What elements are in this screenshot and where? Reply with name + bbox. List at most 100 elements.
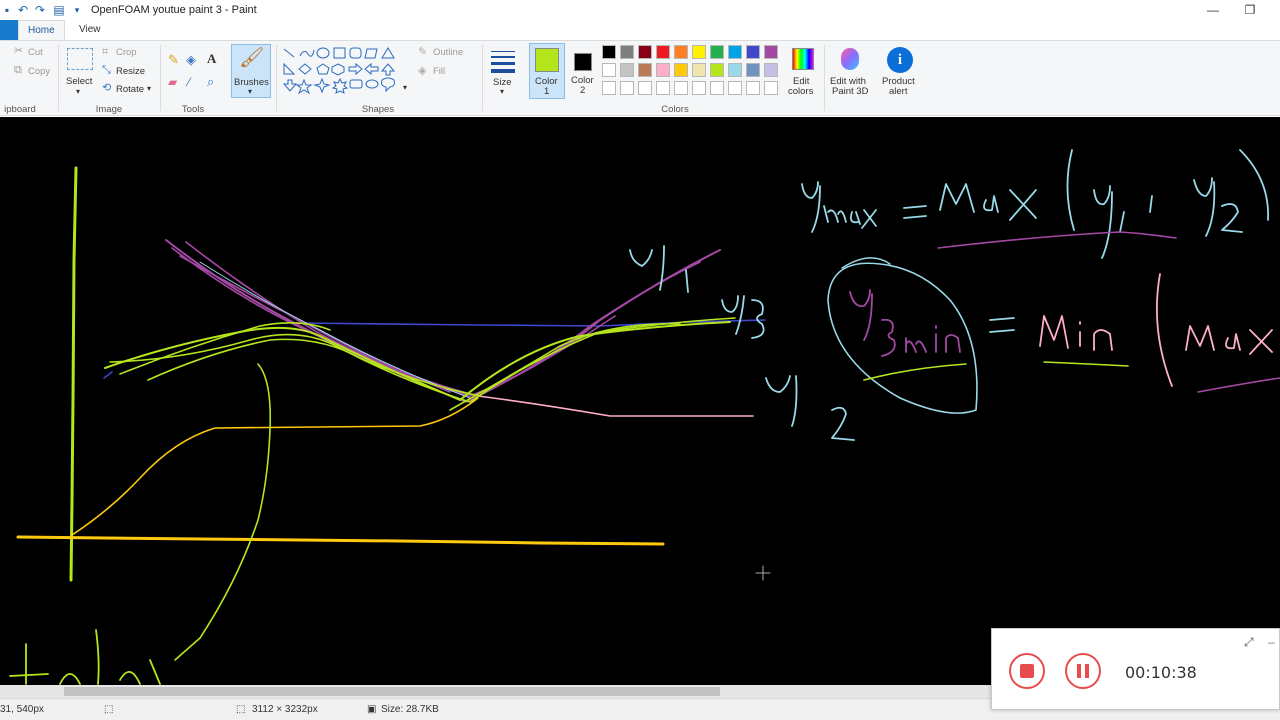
redo-icon[interactable]: ↷ [33,3,47,17]
shapes-group-label: Shapes [361,104,395,115]
file-size-icon: ▣ [367,704,377,715]
edit-with-paint3d-button[interactable]: Edit with Paint 3D [828,44,874,100]
label-y2 [765,375,855,441]
rotate-dropdown-icon[interactable]: ▾ [147,84,151,93]
undo-icon[interactable]: ↶ [16,3,30,17]
tab-home[interactable]: Home [18,20,65,40]
yellow-curve [71,397,479,536]
customize-icon[interactable]: ▤ [52,3,66,17]
color2-button[interactable]: Color 2 [567,43,601,99]
shapes-dropdown-icon[interactable]: ▾ [403,83,407,92]
palette-color-swatch[interactable] [692,45,706,59]
edit-colors-button[interactable]: Edit colors [786,44,820,100]
shapes-gallery[interactable] [282,46,410,98]
save-icon[interactable]: ▪ [0,3,14,17]
quick-access-dropdown-icon[interactable]: ▾ [70,3,84,17]
palette-color-swatch[interactable] [674,63,688,77]
magnifier-icon[interactable]: ⌕ [207,75,214,88]
palette-color-swatch[interactable] [674,81,688,95]
palette-color-swatch[interactable] [764,63,778,77]
color2-swatch [574,53,592,71]
palette-color-swatch[interactable] [746,45,760,59]
colors-group-label: Colors [661,104,689,115]
outline-button[interactable]: Outline [433,47,463,58]
palette-color-swatch[interactable] [710,63,724,77]
palette-color-swatch[interactable] [674,45,688,59]
palette-color-swatch[interactable] [746,63,760,77]
paint3d-icon [841,48,859,70]
image-group-label: Image [95,104,123,115]
restore-button[interactable]: ❐ [1239,2,1261,18]
tab-view[interactable]: View [70,20,110,40]
green-wave-1 [104,321,731,401]
separator [58,45,59,111]
palette-color-swatch[interactable] [728,81,742,95]
palette-color-swatch[interactable] [692,63,706,77]
palette-color-swatch[interactable] [602,81,616,95]
palette-color-swatch[interactable] [764,81,778,95]
cursor-position: 31, 540px [0,704,44,715]
palette-color-swatch[interactable] [764,45,778,59]
eraser-icon[interactable]: ▰ [168,76,177,88]
color1-button[interactable]: Color 1 [529,43,565,99]
brushes-button[interactable]: 🖌 Brushes ▾ [231,44,271,98]
screen-recorder-panel: ⤢ – 00:10:38 [991,628,1280,710]
underline-min [1043,361,1129,367]
size-button[interactable]: Size ▾ [489,45,517,101]
color-spectrum-icon [792,48,814,70]
fill-button[interactable]: Fill [433,66,445,77]
pause-recording-button[interactable] [1065,653,1101,689]
underline-max-2 [1197,377,1280,393]
label-equals-1 [903,205,927,219]
drawing-canvas[interactable] [0,117,1280,685]
palette-color-swatch[interactable] [656,45,670,59]
color-picker-icon[interactable]: ⁄ [188,76,190,88]
palette-color-swatch[interactable] [728,63,742,77]
palette-color-swatch[interactable] [656,63,670,77]
palette-color-swatch[interactable] [638,63,652,77]
palette-color-swatch[interactable] [638,45,652,59]
canvas-drawing [9,149,1280,685]
copy-button[interactable]: Copy [28,66,50,77]
minimize-button[interactable]: — [1202,2,1224,18]
pink-line [477,395,754,417]
palette-color-swatch[interactable] [746,81,760,95]
palette-color-swatch[interactable] [602,63,616,77]
tools-group-label: Tools [181,104,205,115]
text-icon[interactable]: A [207,52,216,65]
x-axis-stroke [16,535,665,546]
select-dropdown-icon[interactable]: ▾ [76,87,80,96]
fill-bucket-icon[interactable]: ◈ [186,53,196,66]
palette-color-swatch[interactable] [710,45,724,59]
scrollbar-thumb[interactable] [64,687,720,696]
palette-color-swatch[interactable] [710,81,724,95]
color1-swatch [535,48,559,72]
crop-button[interactable]: Crop [116,47,137,58]
size-dropdown-icon: ▾ [500,87,505,96]
palette-color-swatch[interactable] [620,45,634,59]
palette-color-swatch[interactable] [620,63,634,77]
palette-color-swatch[interactable] [620,81,634,95]
product-alert-label-2: alert [889,86,908,97]
product-alert-button[interactable]: i Product alert [878,44,922,100]
file-size: Size: 28.7KB [381,704,439,715]
recording-timer: 00:10:38 [1125,663,1197,682]
rotate-button[interactable]: Rotate [116,84,144,95]
label-max-2 [1156,273,1273,387]
minimize-recorder-icon[interactable]: – [1268,635,1275,649]
palette-color-swatch[interactable] [638,81,652,95]
separator [160,45,161,111]
select-button[interactable]: Select [66,76,92,87]
palette-color-swatch[interactable] [602,45,616,59]
expand-icon[interactable]: ⤢ [1244,635,1254,650]
pencil-icon[interactable]: ✎ [168,53,179,66]
stop-recording-button[interactable] [1009,653,1045,689]
palette-color-swatch[interactable] [728,45,742,59]
file-tab[interactable] [0,20,18,40]
palette-color-swatch[interactable] [656,81,670,95]
resize-button[interactable]: Resize [116,66,145,77]
cut-button[interactable]: Cut [28,47,43,58]
ellipse-y3min [827,262,978,414]
palette-color-swatch[interactable] [692,81,706,95]
label-max-args [1066,149,1269,259]
